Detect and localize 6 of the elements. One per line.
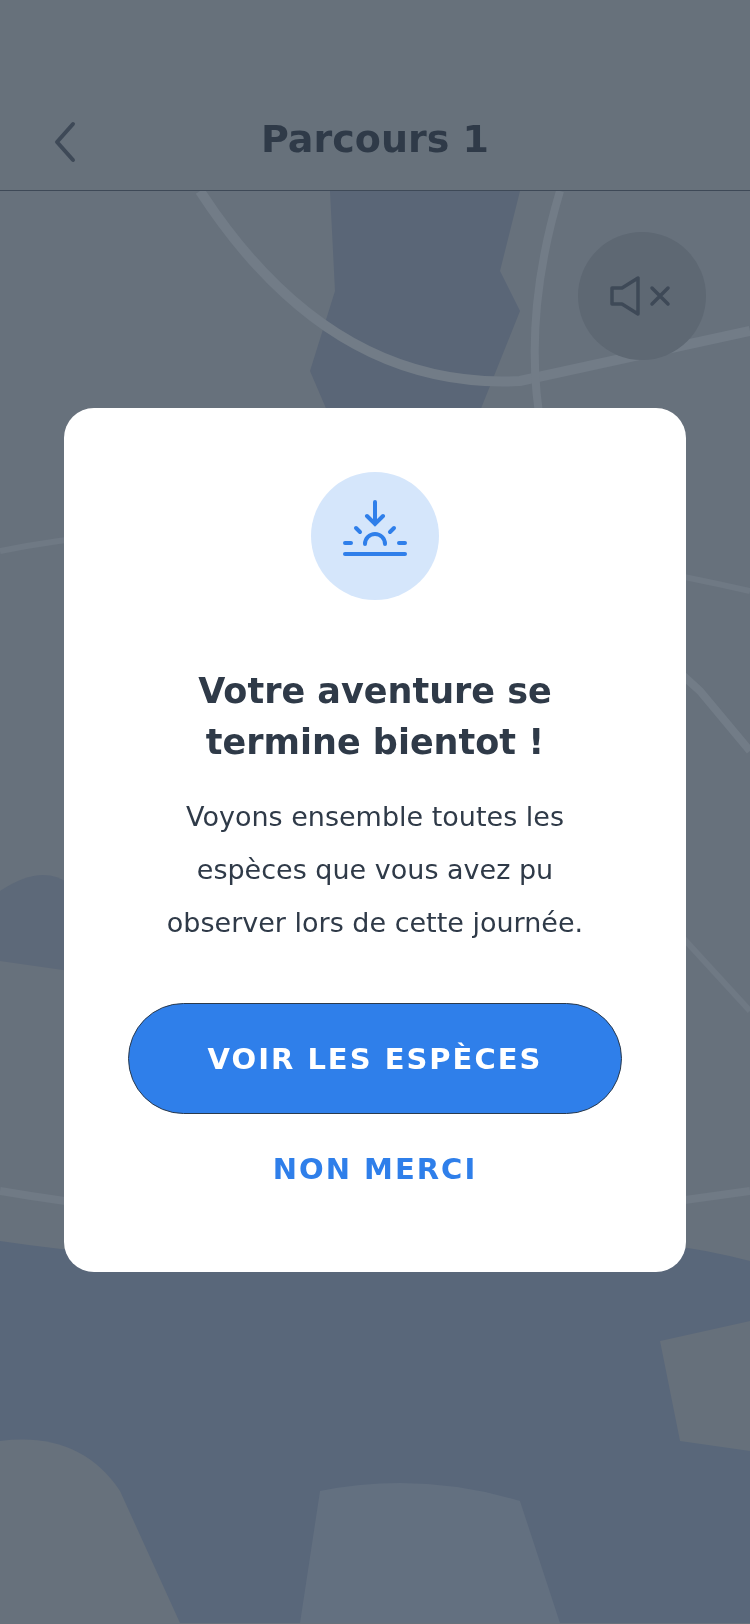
dialog-title: Votre aventure se termine bientot ! — [197, 670, 553, 764]
screen-title: Parcours 1 — [261, 117, 489, 161]
sunset-icon — [311, 472, 439, 600]
no-thanks-button[interactable]: NON MERCI — [260, 1144, 490, 1194]
see-species-button[interactable]: VOIR LES ESPÈCES — [128, 1003, 622, 1114]
dialog-message: Voyons ensemble toutes les espèces que vous avez pu observer lors de cette journée. — [165, 800, 585, 940]
